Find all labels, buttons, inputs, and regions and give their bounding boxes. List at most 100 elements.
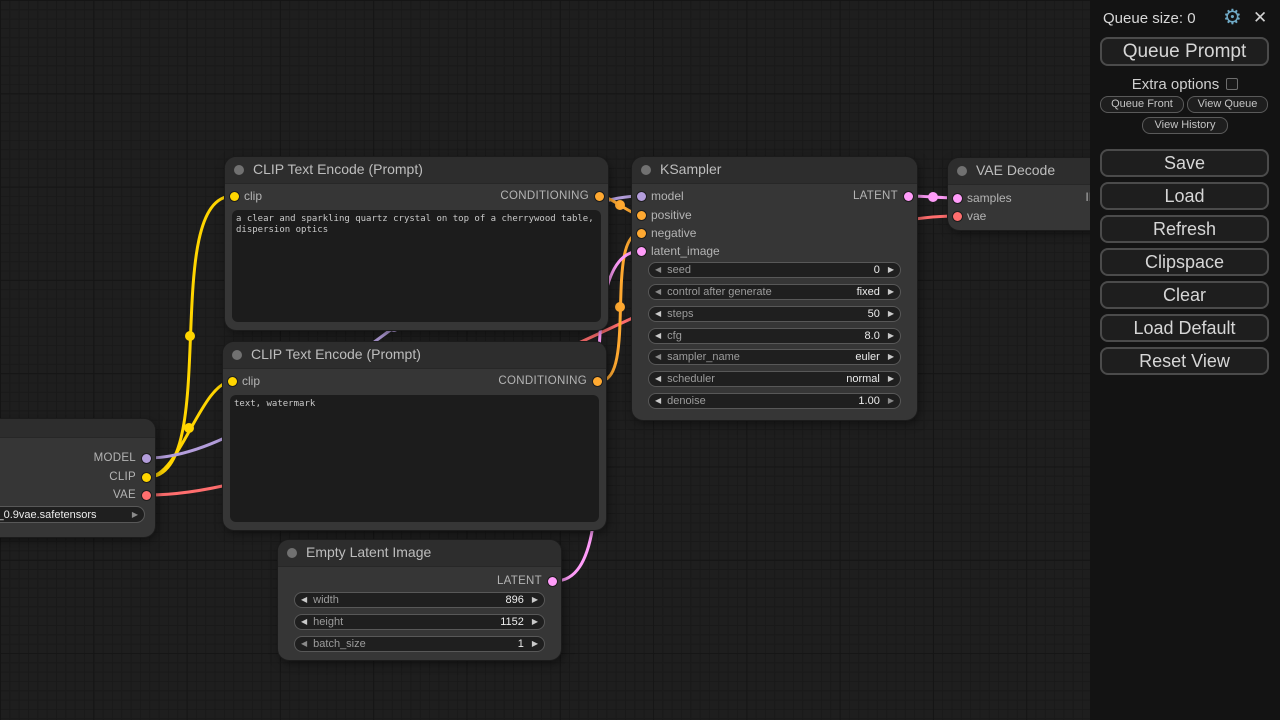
widget-width[interactable]: ◀ width 896 ▶ bbox=[294, 592, 545, 608]
node-vae-decode[interactable]: VAE Decode samples IMAGE vae bbox=[948, 158, 1090, 230]
increment-arrow-icon[interactable]: ▶ bbox=[888, 375, 894, 383]
node-collapse-dot[interactable] bbox=[287, 548, 297, 558]
widget-value: 1 bbox=[518, 638, 524, 650]
node-clip-text-encode-positive[interactable]: CLIP Text Encode (Prompt) clip CONDITION… bbox=[225, 157, 608, 330]
output-label: MODEL bbox=[94, 450, 136, 466]
link-midpoint-dot[interactable] bbox=[615, 302, 625, 312]
input-port-negative[interactable] bbox=[637, 229, 646, 238]
extra-options-checkbox[interactable] bbox=[1226, 78, 1238, 90]
input-port-clip[interactable] bbox=[228, 377, 237, 386]
widget-value: 896 bbox=[505, 594, 523, 606]
node-header[interactable] bbox=[0, 419, 155, 438]
increment-arrow-icon[interactable]: ▶ bbox=[888, 266, 894, 274]
decrement-arrow-icon[interactable]: ◀ bbox=[301, 596, 307, 604]
output-port-vae[interactable] bbox=[142, 491, 151, 500]
widget-control-after-generate[interactable]: ◀ control after generate fixed ▶ bbox=[648, 284, 901, 300]
output-port-clip[interactable] bbox=[142, 473, 151, 482]
node-header[interactable]: KSampler bbox=[632, 157, 917, 184]
node-clip-text-encode-negative[interactable]: CLIP Text Encode (Prompt) clip CONDITION… bbox=[223, 342, 606, 530]
view-history-button[interactable]: View History bbox=[1142, 117, 1228, 134]
widget-steps[interactable]: ◀ steps 50 ▶ bbox=[648, 306, 901, 322]
node-header[interactable]: VAE Decode bbox=[948, 158, 1090, 185]
output-port-conditioning[interactable] bbox=[593, 377, 602, 386]
close-icon[interactable]: ✕ bbox=[1253, 7, 1267, 29]
link-midpoint-dot[interactable] bbox=[928, 192, 938, 202]
prompt-textarea[interactable]: a clear and sparkling quartz crystal on … bbox=[232, 210, 601, 322]
widget-denoise[interactable]: ◀ denoise 1.00 ▶ bbox=[648, 393, 901, 409]
output-port-latent[interactable] bbox=[548, 577, 557, 586]
increment-arrow-icon[interactable]: ▶ bbox=[532, 618, 538, 626]
widget-value: normal bbox=[846, 373, 880, 385]
input-port-vae[interactable] bbox=[953, 212, 962, 221]
node-collapse-dot[interactable] bbox=[957, 166, 967, 176]
input-label: positive bbox=[651, 207, 692, 223]
node-collapse-dot[interactable] bbox=[234, 165, 244, 175]
widget-scheduler[interactable]: ◀ scheduler normal ▶ bbox=[648, 371, 901, 387]
node-header[interactable]: CLIP Text Encode (Prompt) bbox=[225, 157, 608, 184]
decrement-arrow-icon[interactable]: ◀ bbox=[655, 310, 661, 318]
decrement-arrow-icon[interactable]: ◀ bbox=[301, 640, 307, 648]
decrement-arrow-icon[interactable]: ◀ bbox=[655, 353, 661, 361]
input-label: samples bbox=[967, 190, 1012, 206]
decrement-arrow-icon[interactable]: ◀ bbox=[301, 618, 307, 626]
increment-arrow-icon[interactable]: ▶ bbox=[888, 310, 894, 318]
widget-sampler-name[interactable]: ◀ sampler_name euler ▶ bbox=[648, 349, 901, 365]
increment-arrow-icon[interactable]: ▶ bbox=[532, 596, 538, 604]
refresh-button[interactable]: Refresh bbox=[1100, 215, 1269, 243]
widget-label: control after generate bbox=[667, 286, 856, 298]
output-port-model[interactable] bbox=[142, 454, 151, 463]
node-title: KSampler bbox=[660, 157, 721, 182]
save-button[interactable]: Save bbox=[1100, 149, 1269, 177]
node-header[interactable]: Empty Latent Image bbox=[278, 540, 561, 567]
prompt-textarea[interactable]: text, watermark bbox=[230, 395, 599, 522]
clipspace-button[interactable]: Clipspace bbox=[1100, 248, 1269, 276]
node-empty-latent-image[interactable]: Empty Latent Image LATENT ◀ width 896 ▶ … bbox=[278, 540, 561, 660]
widget-ckpt-name[interactable]: .0_0.9vae.safetensors ▶ bbox=[0, 506, 145, 523]
widget-seed[interactable]: ◀ seed 0 ▶ bbox=[648, 262, 901, 278]
output-port-latent[interactable] bbox=[904, 192, 913, 201]
link-midpoint-dot[interactable] bbox=[184, 423, 194, 433]
graph-canvas[interactable]: MODEL CLIP VAE .0_0.9vae.safetensors ▶ C… bbox=[0, 0, 1090, 720]
output-label: VAE bbox=[113, 487, 136, 503]
link-midpoint-dot[interactable] bbox=[615, 200, 625, 210]
input-port-samples[interactable] bbox=[953, 194, 962, 203]
increment-arrow-icon[interactable]: ▶ bbox=[888, 288, 894, 296]
input-port-clip[interactable] bbox=[230, 192, 239, 201]
decrement-arrow-icon[interactable]: ◀ bbox=[655, 397, 661, 405]
node-title: VAE Decode bbox=[976, 158, 1055, 183]
widget-height[interactable]: ◀ height 1152 ▶ bbox=[294, 614, 545, 630]
queue-prompt-button[interactable]: Queue Prompt bbox=[1100, 37, 1269, 66]
reset-view-button[interactable]: Reset View bbox=[1100, 347, 1269, 375]
decrement-arrow-icon[interactable]: ◀ bbox=[655, 332, 661, 340]
node-checkpoint-loader[interactable]: MODEL CLIP VAE .0_0.9vae.safetensors ▶ bbox=[0, 419, 155, 537]
widget-label: scheduler bbox=[667, 373, 846, 385]
load-button[interactable]: Load bbox=[1100, 182, 1269, 210]
increment-arrow-icon[interactable]: ▶ bbox=[888, 397, 894, 405]
output-label: LATENT bbox=[497, 573, 542, 589]
input-port-model[interactable] bbox=[637, 192, 646, 201]
link-midpoint-dot[interactable] bbox=[185, 331, 195, 341]
decrement-arrow-icon[interactable]: ◀ bbox=[655, 375, 661, 383]
node-ksampler[interactable]: KSampler model LATENT positive negative … bbox=[632, 157, 917, 420]
node-header[interactable]: CLIP Text Encode (Prompt) bbox=[223, 342, 606, 369]
decrement-arrow-icon[interactable]: ◀ bbox=[655, 266, 661, 274]
increment-arrow-icon[interactable]: ▶ bbox=[888, 353, 894, 361]
input-label: model bbox=[651, 188, 684, 204]
output-label: LATENT bbox=[853, 188, 898, 204]
widget-batch-size[interactable]: ◀ batch_size 1 ▶ bbox=[294, 636, 545, 652]
input-port-latent-image[interactable] bbox=[637, 247, 646, 256]
decrement-arrow-icon[interactable]: ◀ bbox=[655, 288, 661, 296]
view-queue-button[interactable]: View Queue bbox=[1187, 96, 1268, 113]
settings-gear-icon[interactable]: ⚙ bbox=[1223, 6, 1242, 30]
widget-cfg[interactable]: ◀ cfg 8.0 ▶ bbox=[648, 328, 901, 344]
increment-arrow-icon[interactable]: ▶ bbox=[888, 332, 894, 340]
queue-front-button[interactable]: Queue Front bbox=[1100, 96, 1184, 113]
increment-arrow-icon[interactable]: ▶ bbox=[532, 640, 538, 648]
next-value-arrow-icon[interactable]: ▶ bbox=[132, 511, 138, 519]
clear-button[interactable]: Clear bbox=[1100, 281, 1269, 309]
input-port-positive[interactable] bbox=[637, 211, 646, 220]
load-default-button[interactable]: Load Default bbox=[1100, 314, 1269, 342]
node-collapse-dot[interactable] bbox=[641, 165, 651, 175]
node-collapse-dot[interactable] bbox=[232, 350, 242, 360]
output-port-conditioning[interactable] bbox=[595, 192, 604, 201]
